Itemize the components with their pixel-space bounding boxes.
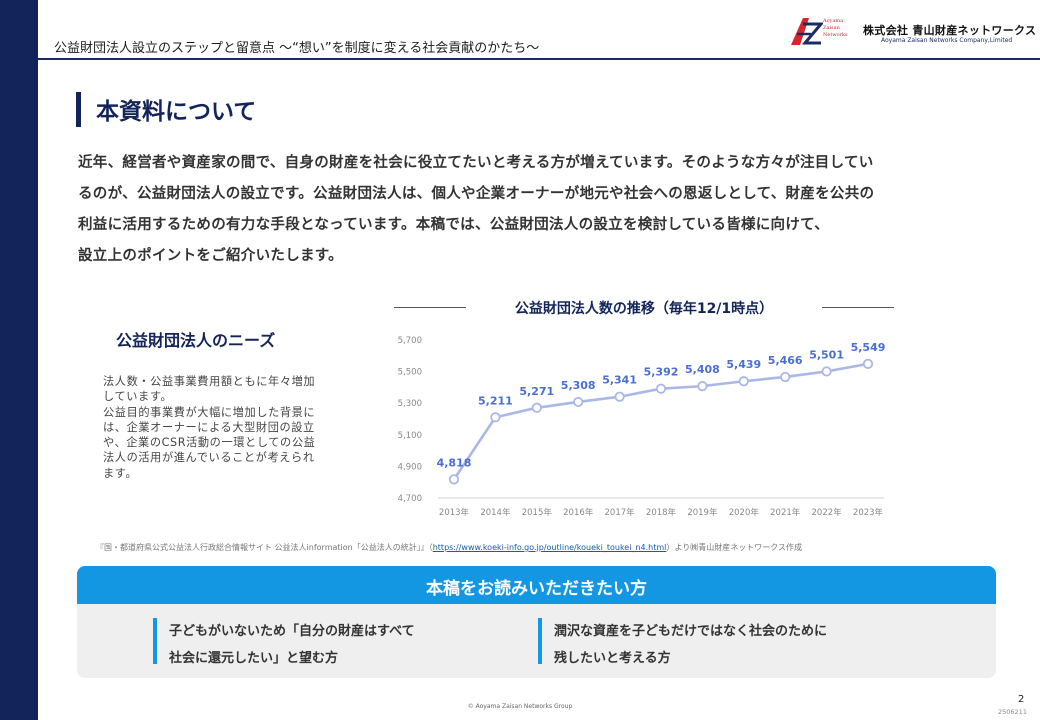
data-point bbox=[780, 371, 791, 383]
data-label: 5,549 bbox=[851, 341, 886, 354]
y-tick-label: 4,900 bbox=[398, 462, 422, 472]
target-readers-panel: 本稿をお読みいただきたい方 子どもがいないため「自分の財産はすべて 社会に還元し… bbox=[77, 566, 996, 678]
data-label: 5,466 bbox=[768, 354, 803, 367]
y-tick-label: 5,300 bbox=[398, 399, 422, 409]
reader-item-accent bbox=[153, 618, 157, 664]
company-name-en: Aoyama Zaisan Networks Company,Limited bbox=[881, 37, 1013, 44]
data-label: 5,392 bbox=[644, 366, 679, 379]
y-tick-label: 5,700 bbox=[398, 336, 422, 346]
data-label: 5,341 bbox=[602, 374, 637, 387]
x-tick-label: 2020年 bbox=[729, 507, 760, 518]
chart-title-block: 公益財団法人数の推移（毎年12/1時点） bbox=[394, 296, 894, 320]
reader-item-accent bbox=[538, 618, 542, 664]
needs-line: 法人の活用が進んでいることが考えられ bbox=[103, 451, 315, 465]
copyright: © Aoyama Zaisan Networks Group bbox=[467, 703, 573, 710]
needs-line: ます。 bbox=[103, 466, 138, 480]
reader-item-text: 子どもがいないため「自分の財産はすべて 社会に還元したい」と望む方 bbox=[169, 624, 415, 666]
reader-item-text: 潤沢な資産を子どもだけではなく社会のために 残したいと考える方 bbox=[554, 624, 828, 666]
source-prefix: 『国・都道府県公式公益法人行政総合情報サイト 公益法人information「公… bbox=[96, 543, 433, 552]
x-tick-label: 2014年 bbox=[480, 507, 511, 518]
series-line bbox=[452, 362, 869, 481]
data-point bbox=[490, 412, 501, 423]
x-tick-label: 2022年 bbox=[812, 507, 843, 518]
x-tick-label: 2021年 bbox=[770, 507, 801, 518]
data-label: 5,408 bbox=[685, 363, 720, 376]
needs-description: 法人数・公益事業費用額ともに年々増加 しています。 公益目的事業費が大幅に増加し… bbox=[103, 374, 357, 481]
x-tick-label: 2013年 bbox=[439, 507, 470, 518]
needs-heading: 公益財団法人のニーズ bbox=[116, 331, 276, 350]
data-point bbox=[448, 474, 460, 485]
intro-line: るのが、公益財団法人の設立です。公益財団法人は、個人や企業オーナーが地元や社会へ… bbox=[78, 186, 875, 202]
source-note: 『国・都道府県公式公益法人行政総合情報サイト 公益法人information「公… bbox=[96, 542, 802, 553]
side-accent-bar bbox=[0, 0, 38, 720]
company-name: 株式会社 青山財産ネットワークス bbox=[863, 24, 1037, 37]
logo-mark-text: Aoyama Zaisan Networks bbox=[823, 18, 848, 38]
data-label: 4,818 bbox=[437, 456, 472, 469]
data-point bbox=[655, 383, 667, 394]
document-code: 2506211 bbox=[998, 708, 1027, 716]
data-label: 5,439 bbox=[726, 358, 761, 371]
data-label: 5,308 bbox=[561, 379, 596, 392]
data-point bbox=[738, 376, 749, 387]
data-point bbox=[821, 366, 832, 377]
intro-line: 設立上のポイントをご紹介いたします。 bbox=[78, 248, 343, 264]
x-tick-label: 2015年 bbox=[522, 507, 553, 518]
data-label: 5,501 bbox=[809, 348, 844, 361]
az-logo-icon bbox=[791, 18, 823, 45]
x-tick-label: 2016年 bbox=[563, 507, 594, 518]
target-readers-header: 本稿をお読みいただきたい方 bbox=[77, 566, 996, 604]
data-point bbox=[531, 402, 542, 413]
needs-line: しています。 bbox=[103, 390, 173, 404]
target-readers-title: 本稿をお読みいただきたい方 bbox=[426, 579, 647, 599]
x-tick-label: 2017年 bbox=[605, 507, 636, 518]
needs-line: 公益目的事業費が大幅に増加した背景に bbox=[103, 405, 316, 419]
x-tick-label: 2019年 bbox=[687, 507, 718, 518]
company-logo: Aoyama Zaisan Networks 株式会社 青山財産ネットワークス … bbox=[789, 14, 1036, 48]
section-title: 本資料について bbox=[96, 99, 257, 125]
section-title-accent bbox=[76, 92, 81, 127]
data-point bbox=[614, 391, 625, 402]
x-tick-label: 2018年 bbox=[646, 507, 677, 518]
y-tick-label: 5,100 bbox=[398, 431, 422, 441]
header-divider bbox=[38, 58, 1040, 60]
source-suffix: ）より㈱青山財産ネットワークス作成 bbox=[666, 543, 802, 552]
source-link[interactable]: https://www.koeki-info.go.jp/outline/kou… bbox=[433, 543, 667, 552]
intro-line: 利益に活用するための有力な手段となっています。本稿では、公益財団法人の設立を検討… bbox=[78, 217, 830, 233]
intro-line: 近年、経営者や資産家の間で、自身の財産を社会に役立てたいと考える方が増えています… bbox=[78, 155, 874, 171]
data-point bbox=[697, 381, 708, 392]
line-chart: 5,700 5,500 5,300 5,100 4,900 4,700 2013年 2014年… bbox=[398, 336, 886, 518]
chart-title: 公益財団法人数の推移（毎年12/1時点） bbox=[514, 301, 774, 317]
chart-title-rule-right bbox=[822, 307, 894, 308]
x-tick-label: 2023年 bbox=[853, 507, 884, 518]
needs-line: は、企業オーナーによる大型財団の設立 bbox=[103, 420, 315, 434]
y-tick-label: 5,500 bbox=[398, 368, 422, 378]
data-label: 5,211 bbox=[478, 394, 513, 407]
data-label: 5,271 bbox=[519, 385, 554, 398]
data-point bbox=[573, 396, 584, 408]
needs-line: や、企業のCSR活動の一環としての公益 bbox=[103, 436, 316, 450]
y-tick-label: 4,700 bbox=[398, 494, 422, 504]
header-title: 公益財団法人設立のステップと留意点 〜“想い”を制度に変える社会貢献のかたち〜 bbox=[54, 41, 540, 56]
data-point bbox=[862, 358, 874, 369]
page-number: 2 bbox=[1018, 694, 1025, 705]
needs-line: 法人数・公益事業費用額ともに年々増加 bbox=[103, 375, 316, 388]
intro-paragraph: 近年、経営者や資産家の間で、自身の財産を社会に役立てたいと考える方が増えています… bbox=[78, 148, 1008, 272]
